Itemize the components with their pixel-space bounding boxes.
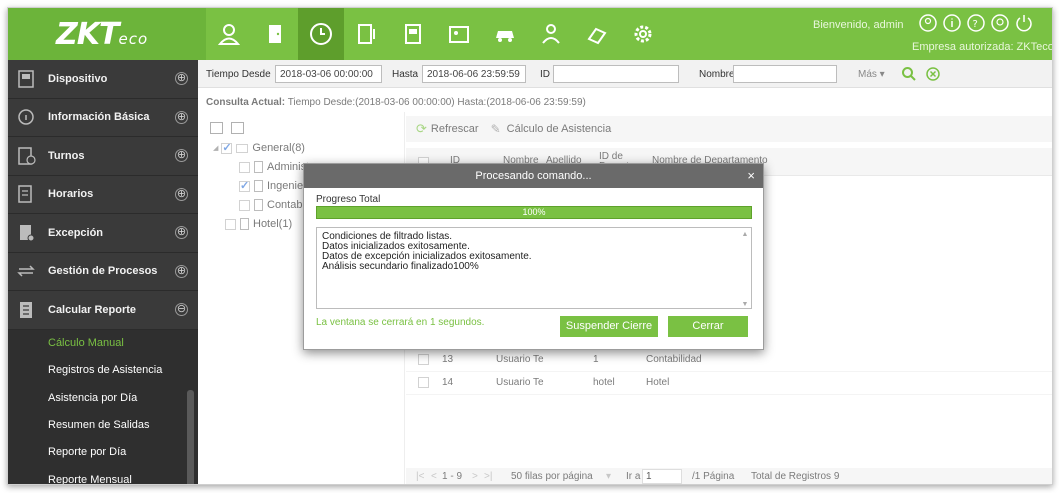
sidebar-subitem-reporte-dia[interactable]: Reporte por Día [8, 439, 198, 466]
from-label: Tiempo Desde [206, 69, 271, 80]
top-bar: ZKTeco Bienvenido, admin ? Empresa autor… [8, 8, 1053, 60]
id-label: ID [540, 69, 550, 80]
sidebar-item-label: Información Básica [48, 111, 150, 124]
account-icon[interactable] [990, 13, 1010, 33]
info-icon[interactable] [942, 13, 962, 33]
sidebar-item-label: Excepción [48, 226, 104, 239]
dialog-title: Procesando comando... [475, 170, 592, 182]
clock-icon[interactable] [298, 8, 344, 60]
sidebar-item-horarios[interactable]: Horarios ⊕ [8, 176, 198, 214]
sidebar-item-gestion-procesos[interactable]: Gestión de Procesos ⊕ [8, 253, 198, 291]
clear-icon[interactable] [925, 66, 941, 82]
expand-icon[interactable]: ⊕ [175, 226, 188, 240]
sidebar-item-turnos[interactable]: Turnos ⊕ [8, 137, 198, 176]
process-icon [17, 265, 35, 277]
name-input[interactable] [733, 65, 837, 83]
sidebar-item-calcular-reporte[interactable]: Calcular Reporte ⊖ [8, 291, 198, 330]
expand-icon[interactable]: ⊕ [175, 110, 188, 124]
progress-text: 100% [522, 207, 546, 217]
to-label: Hasta [392, 69, 419, 80]
sidebar-item-label: Calcular Reporte [48, 303, 137, 316]
suspend-close-button[interactable]: Suspender Cierre [560, 316, 658, 337]
power-icon[interactable] [1014, 13, 1034, 33]
access-icon[interactable] [344, 8, 390, 60]
more-dropdown[interactable]: Más ▾ [858, 69, 885, 80]
company-text: Empresa autorizada: ZKTeco [912, 41, 1053, 53]
search-bar: Tiempo Desde Hasta ID Nombre Más ▾ [198, 60, 1052, 88]
welcome-text: Bienvenido, admin [813, 19, 904, 31]
id-card-icon[interactable] [436, 8, 482, 60]
sidebar-subitem-calculo-manual[interactable]: Cálculo Manual [8, 330, 198, 357]
patrol-icon[interactable] [574, 8, 620, 60]
report-icon [20, 301, 32, 318]
countdown-text: La ventana se cerrará en 1 segundos. [316, 317, 485, 328]
schedule-icon [18, 185, 32, 203]
to-input[interactable] [422, 65, 526, 83]
logo-sub: eco [118, 30, 149, 48]
device-icon [18, 70, 34, 88]
expand-icon[interactable]: ⊕ [175, 264, 188, 278]
submenu: Cálculo Manual Registros de Asistencia A… [8, 329, 198, 484]
sidebar-subitem-reporte-mensual[interactable]: Reporte Mensual [8, 466, 198, 484]
user-icon[interactable] [918, 13, 938, 33]
sidebar-item-label: Turnos [48, 149, 85, 162]
sidebar-item-label: Gestión de Procesos [48, 265, 158, 278]
help-icon[interactable]: ? [966, 13, 986, 33]
sidebar-item-label: Horarios [48, 188, 94, 201]
sidebar-item-info-basica[interactable]: Información Básica ⊕ [8, 99, 198, 137]
log-line: Análisis secundario finalizado100% [322, 261, 479, 272]
sidebar-subitem-resumen-salidas[interactable]: Resumen de Salidas [8, 411, 198, 438]
expand-icon[interactable]: ⊕ [175, 187, 188, 201]
processing-dialog: Procesando comando... × Progreso Total 1… [303, 163, 764, 350]
log-scrollbar[interactable]: ▲ ▼ [741, 230, 749, 308]
sidebar-scrollbar[interactable] [187, 390, 194, 484]
shift-icon [18, 147, 36, 165]
svg-text:?: ? [973, 19, 978, 30]
expand-icon[interactable]: ⊕ [175, 149, 188, 163]
sidebar: Dispositivo ⊕ Información Básica ⊕ Turnos ⊕… [8, 60, 198, 484]
badge-icon[interactable] [390, 8, 436, 60]
close-button[interactable]: Cerrar [668, 316, 748, 337]
logo: ZKTeco [8, 8, 206, 60]
car-icon[interactable] [482, 8, 528, 60]
sidebar-item-excepcion[interactable]: Excepción ⊕ [8, 214, 198, 253]
sidebar-item-label: Dispositivo [48, 72, 108, 85]
gear-icon[interactable] [620, 8, 666, 60]
sidebar-item-dispositivo[interactable]: Dispositivo ⊕ [8, 60, 198, 99]
id-input[interactable] [553, 65, 679, 83]
close-icon[interactable]: × [747, 164, 755, 188]
expand-icon[interactable]: ⊕ [175, 72, 188, 86]
exception-icon [20, 224, 35, 242]
progress-bar: 100% [316, 206, 752, 219]
log-textarea[interactable]: Condiciones de filtrado listas. Datos in… [316, 227, 752, 309]
progress-label: Progreso Total [316, 194, 381, 205]
name-label: Nombre [699, 69, 735, 80]
door-icon[interactable] [252, 8, 298, 60]
module-nav [206, 8, 666, 60]
visitor-icon[interactable] [528, 8, 574, 60]
from-input[interactable] [275, 65, 382, 83]
dialog-title-bar: Procesando comando... × [304, 164, 763, 188]
search-icon[interactable] [901, 66, 917, 82]
top-icons: ? [918, 13, 1034, 33]
sidebar-subitem-asistencia-dia[interactable]: Asistencia por Día [8, 384, 198, 411]
personnel-icon[interactable] [206, 8, 252, 60]
logo-main: ZKT [56, 17, 119, 52]
collapse-icon[interactable]: ⊖ [175, 303, 188, 317]
info-icon [18, 109, 34, 125]
sidebar-subitem-registros[interactable]: Registros de Asistencia [8, 357, 198, 384]
